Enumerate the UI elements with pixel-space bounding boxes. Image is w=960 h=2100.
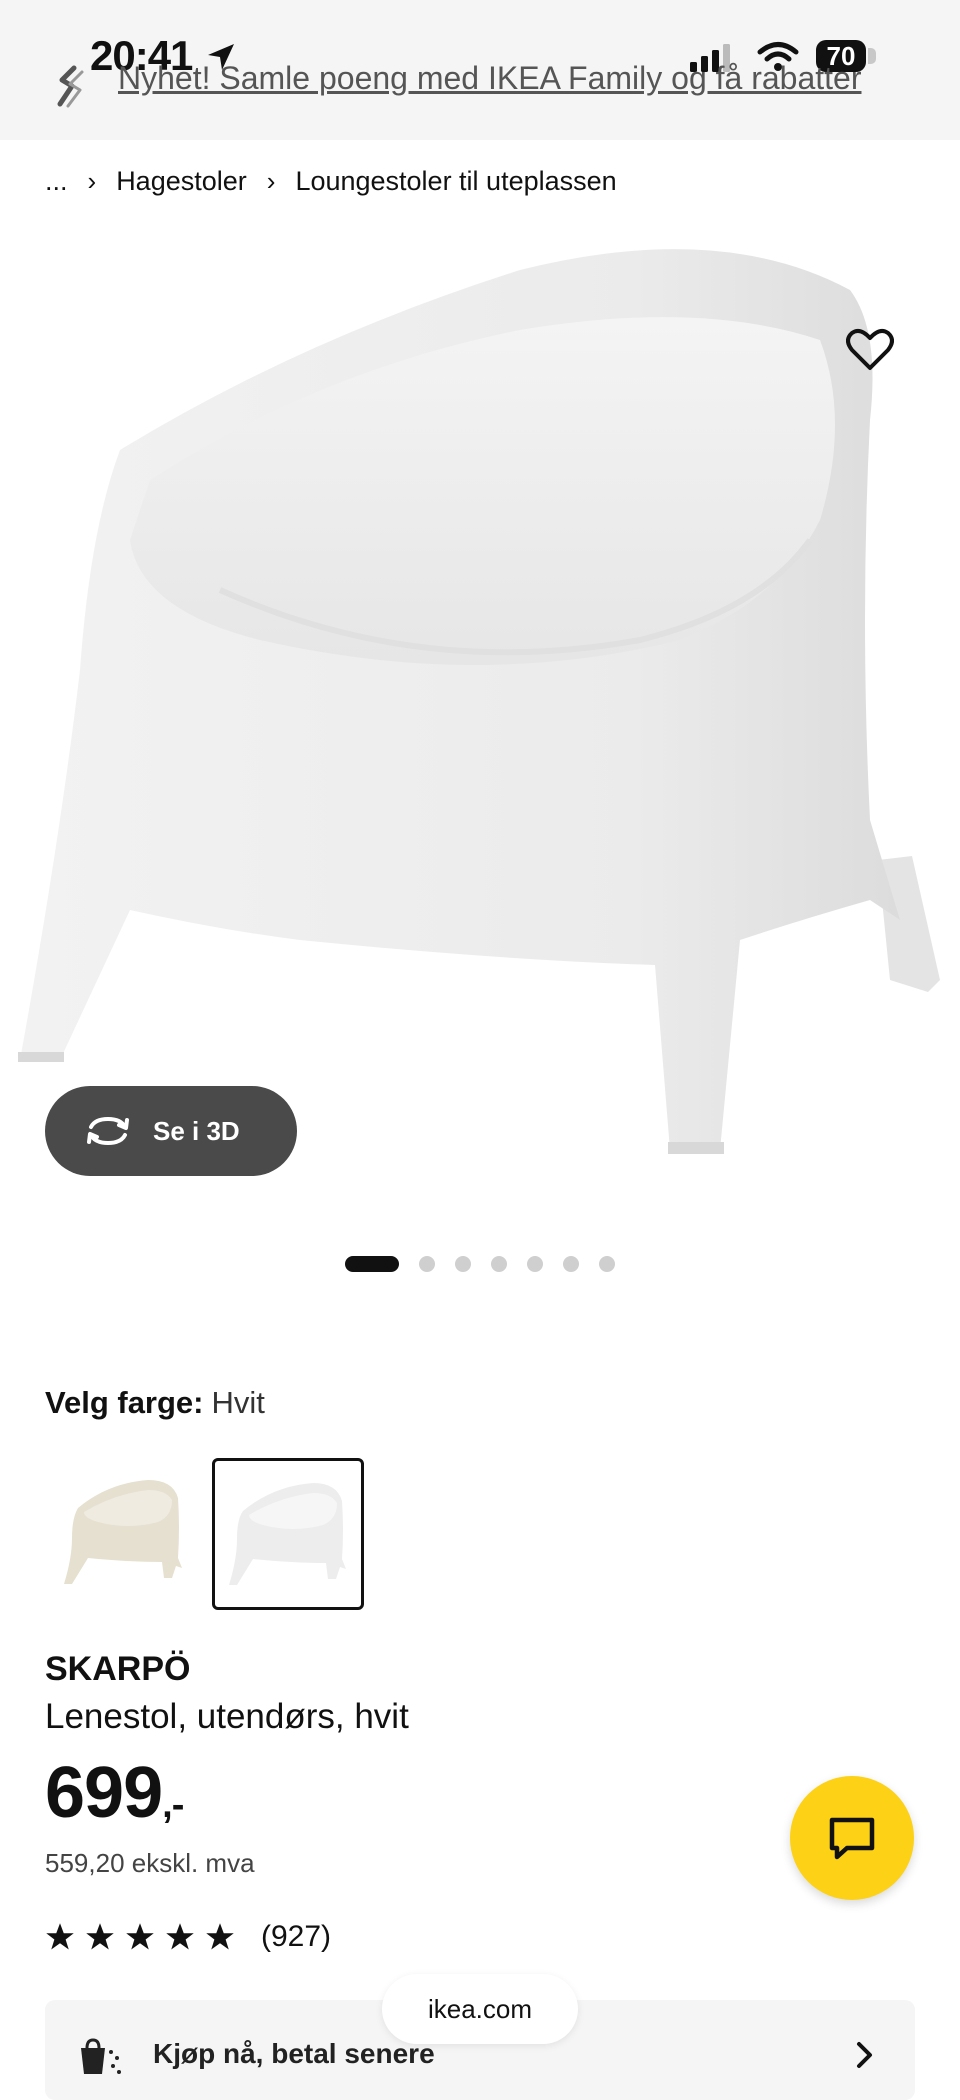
star-icon bbox=[86, 1923, 114, 1950]
star-icon bbox=[46, 1923, 74, 1950]
chat-button[interactable] bbox=[790, 1776, 914, 1900]
carousel-dot-active[interactable] bbox=[345, 1256, 399, 1272]
carousel-dot[interactable] bbox=[563, 1256, 579, 1272]
color-label: Velg farge: bbox=[45, 1385, 204, 1420]
star-icon bbox=[166, 1923, 194, 1950]
breadcrumb: ... › Hagestoler › Loungestoler til utep… bbox=[45, 166, 617, 197]
buy-now-pay-later-label: Kjøp nå, betal senere bbox=[153, 2038, 435, 2069]
heart-icon[interactable] bbox=[846, 328, 894, 372]
price-ex-vat: 559,20 ekskl. mva bbox=[45, 1848, 255, 1878]
carousel-dot[interactable] bbox=[527, 1256, 543, 1272]
star-half-icon bbox=[206, 1923, 234, 1950]
chat-bubble-icon bbox=[829, 1817, 875, 1860]
color-picker-label: Velg farge: Hvit bbox=[45, 1385, 265, 1421]
breadcrumb-ellipsis[interactable]: ... bbox=[45, 166, 68, 197]
color-selected-value: Hvit bbox=[211, 1385, 265, 1420]
color-swatch-white-selected[interactable] bbox=[212, 1458, 364, 1610]
breadcrumb-chevron-icon: › bbox=[87, 166, 97, 196]
see-in-3d-label: Se i 3D bbox=[153, 1115, 240, 1146]
price-suffix: ,- bbox=[162, 1784, 184, 1826]
battery-tip bbox=[868, 48, 876, 64]
review-count: (927) bbox=[261, 1920, 332, 1953]
carousel-dot[interactable] bbox=[455, 1256, 471, 1272]
breadcrumb-chevron-icon: › bbox=[266, 166, 276, 196]
breadcrumb-item-loungestoler[interactable]: Loungestoler til uteplassen bbox=[295, 166, 616, 197]
product-description: Lenestol, utendørs, hvit bbox=[45, 1697, 409, 1736]
chevron-right-icon bbox=[857, 2042, 872, 2068]
color-swatch-white-image bbox=[229, 1483, 346, 1585]
carousel-dot[interactable] bbox=[599, 1256, 615, 1272]
top-banner: 20:41 70 Nyhet! Samle poeng med IKEA Fam… bbox=[0, 0, 960, 140]
star-icon bbox=[126, 1923, 154, 1950]
payment-bag-icon bbox=[81, 2038, 121, 2074]
ikea-family-banner-link[interactable]: Nyhet! Samle poeng med IKEA Family og få… bbox=[118, 60, 861, 97]
product-image[interactable] bbox=[0, 220, 960, 1190]
price-value: 699 bbox=[45, 1753, 163, 1833]
breadcrumb-item-hagestoler[interactable]: Hagestoler bbox=[116, 166, 247, 197]
see-in-3d-button[interactable]: Se i 3D bbox=[45, 1086, 297, 1176]
carousel-pagination bbox=[345, 1256, 615, 1272]
rating-stars[interactable]: (927) bbox=[45, 1920, 331, 1954]
product-price: 699,- bbox=[45, 1752, 184, 1834]
rotate-3d-icon bbox=[87, 1116, 129, 1146]
carousel-dot[interactable] bbox=[419, 1256, 435, 1272]
carousel-dot[interactable] bbox=[491, 1256, 507, 1272]
link-icon bbox=[57, 65, 84, 108]
browser-url-bar[interactable]: ikea.com bbox=[382, 1974, 578, 2044]
color-swatch-beige[interactable] bbox=[48, 1458, 200, 1610]
product-name: SKARPÖ bbox=[45, 1650, 191, 1688]
